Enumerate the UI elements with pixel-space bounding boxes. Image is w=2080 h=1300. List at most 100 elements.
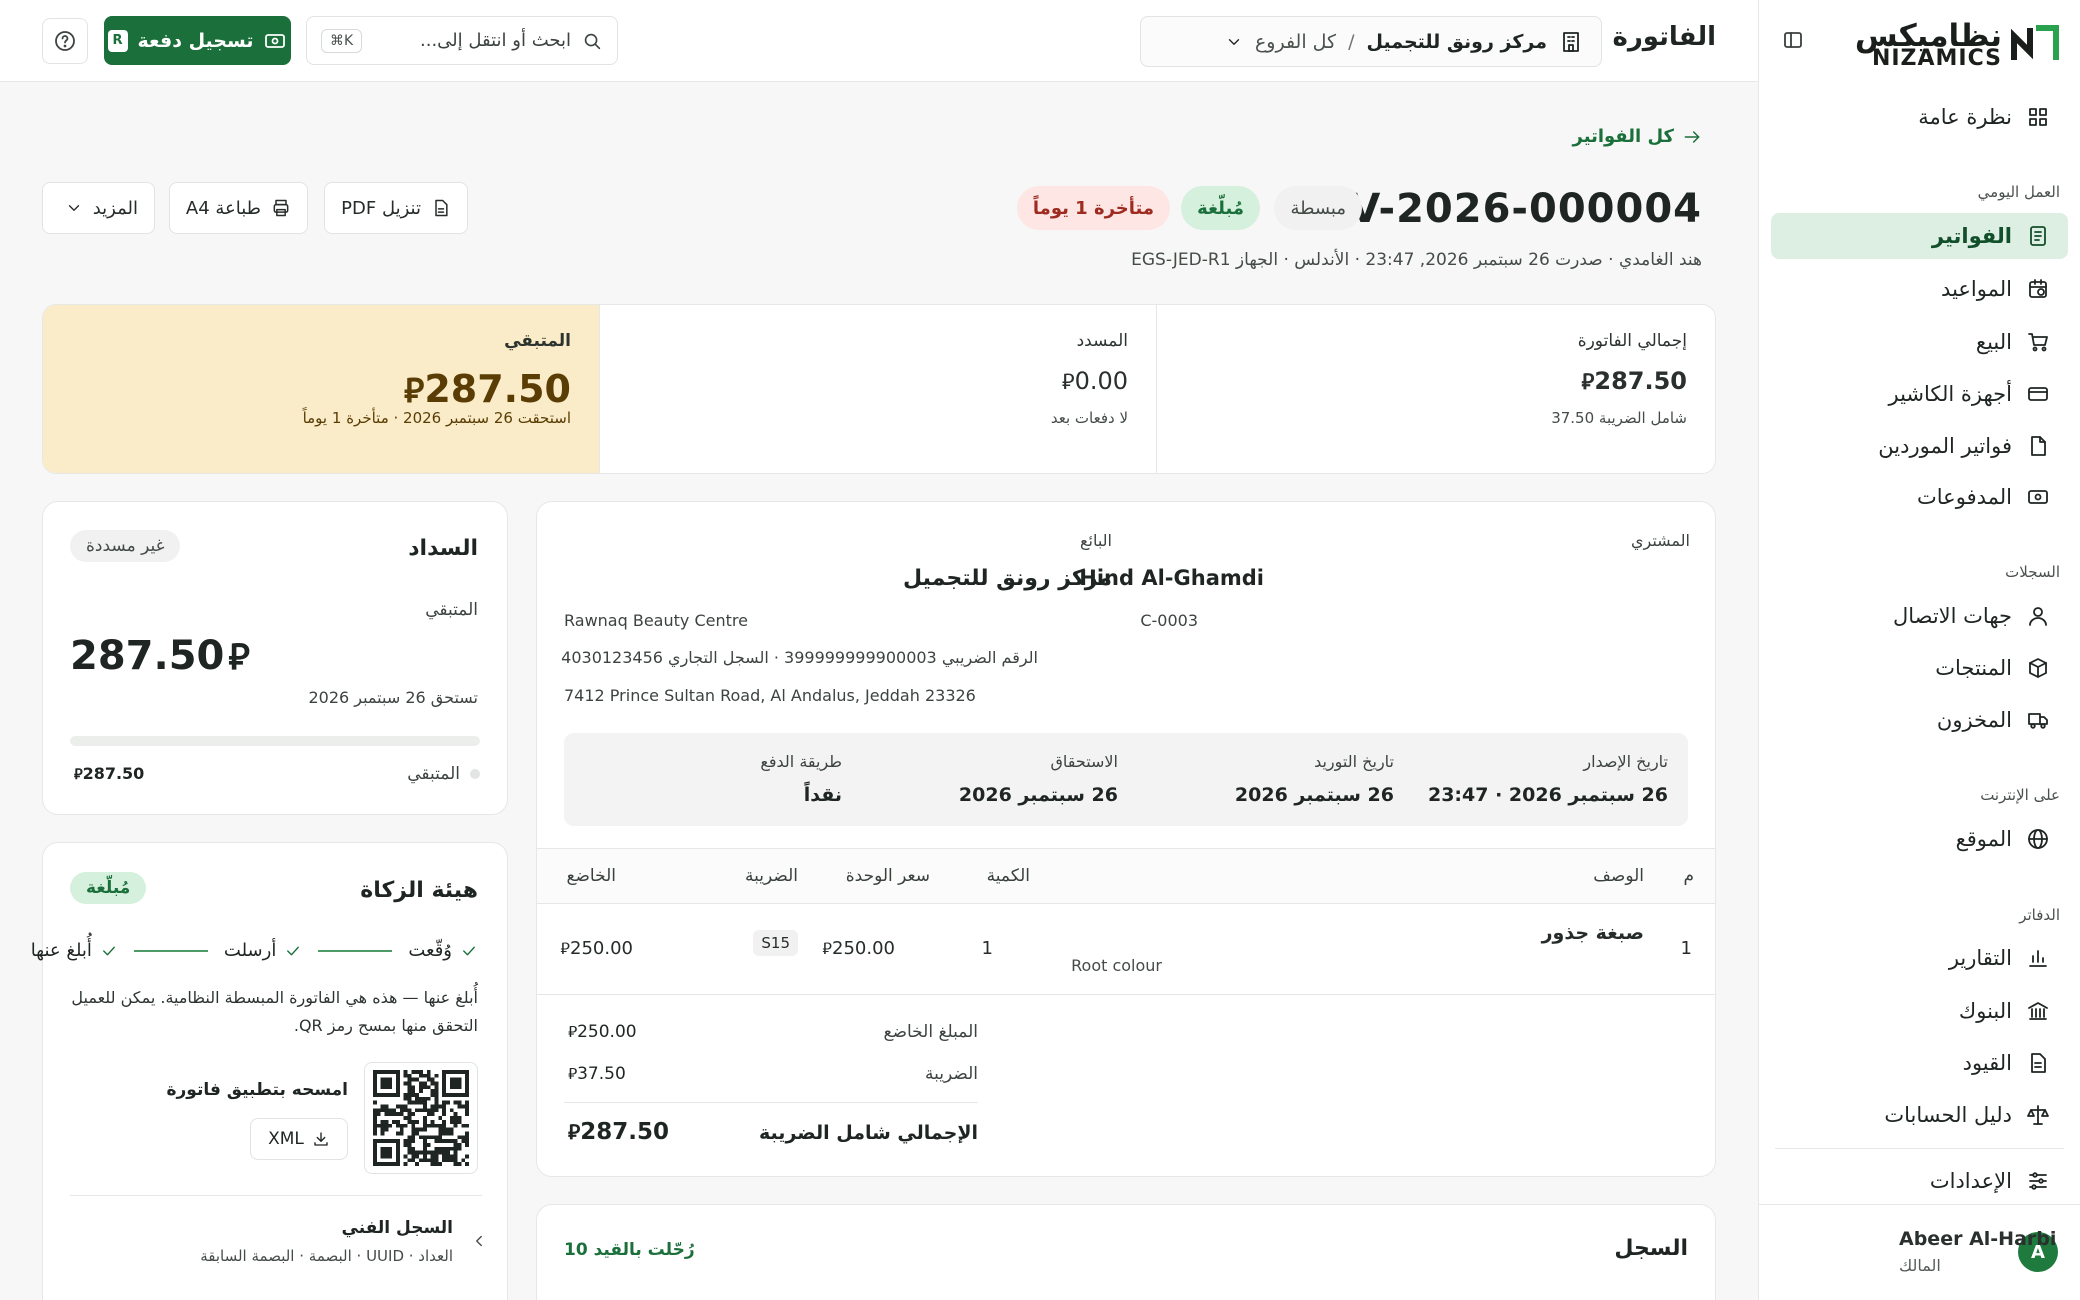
sidebar-item-supplier-bills[interactable]: فواتير الموردين <box>1771 423 2068 469</box>
riyal-icon: ⃁ <box>568 1023 578 1041</box>
section-daily: العمل اليومي <box>1977 183 2060 201</box>
sidebar-item-journal[interactable]: القيود <box>1771 1040 2068 1086</box>
back-link[interactable]: كل الفواتير <box>1573 126 1702 147</box>
sidebar-item-label: المخزون <box>1936 708 2012 732</box>
payment-remaining-value: 287.50 <box>70 633 225 679</box>
row-num: 1 <box>1680 938 1692 959</box>
sidebar-item-products[interactable]: المنتجات <box>1771 645 2068 691</box>
cash-icon <box>2026 485 2050 509</box>
truck-icon <box>2026 708 2050 732</box>
zatca-title: هيئة الزكاة <box>360 878 478 903</box>
help-button[interactable] <box>42 18 88 64</box>
cash-icon <box>263 29 287 53</box>
section-records: السجلات <box>2005 563 2060 581</box>
more-button[interactable]: المزيد <box>42 182 155 234</box>
sidebar-item-sales[interactable]: البيع <box>1771 319 2068 365</box>
sidebar-item-inventory[interactable]: المخزون <box>1771 697 2068 743</box>
riyal-icon: ⃁ <box>560 939 571 958</box>
branch-name: مركز رونق للتجميل <box>1366 30 1547 53</box>
sidebar-item-label: البيع <box>1975 330 2012 354</box>
sidebar-item-label: التقارير <box>1948 946 2012 970</box>
step-connector <box>133 949 208 952</box>
top-bar: الفاتورة مركز رونق للتجميل / كل الفروع ا… <box>0 0 1758 82</box>
sidebar-divider <box>1775 1148 2064 1149</box>
sidebar-item-reports[interactable]: التقارير <box>1771 935 2068 981</box>
search-input[interactable]: ابحث أو انتقل إلى... ⌘K <box>306 16 618 65</box>
chevron-left-icon[interactable] <box>470 1232 488 1255</box>
check-icon <box>460 942 478 960</box>
download-pdf-button[interactable]: تنزيل PDF <box>324 182 468 234</box>
bank-icon <box>2026 999 2050 1023</box>
sidebar-item-chart-of-accounts[interactable]: دليل الحسابات <box>1771 1092 2068 1138</box>
grid-icon <box>2026 105 2050 129</box>
chevron-down-icon <box>65 199 83 217</box>
record-payment-button[interactable]: تسجيل دفعة R <box>104 16 291 65</box>
taxable-amount-value: 250.00 <box>577 1022 637 1042</box>
section-online: على الإنترنت <box>1980 786 2060 804</box>
zatca-step-sent: أرسلت <box>223 940 277 961</box>
payment-due: تستحق 26 سبتمبر 2026 <box>308 688 478 707</box>
summary-paid-sub: لا دفعات بعد <box>1050 409 1128 427</box>
sidebar-item-label: الموقع <box>1955 827 2012 851</box>
col-unit-price: سعر الوحدة <box>845 866 930 886</box>
tech-log-title[interactable]: السجل الفني <box>342 1218 453 1238</box>
sidebar-toggle-icon[interactable] <box>1781 28 1805 57</box>
xml-download-button[interactable]: XML <box>250 1118 348 1160</box>
file-icon <box>2026 434 2050 458</box>
sidebar-item-banks[interactable]: البنوك <box>1771 988 2068 1034</box>
back-link-label: كل الفواتير <box>1572 126 1674 147</box>
grand-total-label: الإجمالي شامل الضريبة <box>759 1122 978 1144</box>
card-icon <box>2026 382 2050 406</box>
more-label: المزيد <box>92 197 138 219</box>
print-label: طباعة A4 <box>185 197 261 219</box>
riyal-icon: ⃁ <box>228 637 250 678</box>
sidebar-item-appointments[interactable]: المواعيد <box>1771 266 2068 312</box>
sidebar-item-label: الفواتير <box>1931 224 2012 248</box>
zatca-steps: وُقّعت أرسلت أُبلغ عنها <box>31 940 478 961</box>
zatca-step-reported: أُبلغ عنها <box>30 940 92 961</box>
sidebar-item-label: نظرة عامة <box>1918 105 2012 129</box>
summary-paid-value: 0.00 <box>1074 367 1128 395</box>
branch-all: كل الفروع <box>1254 30 1337 53</box>
sidebar-item-contacts[interactable]: جهات الاتصال <box>1771 593 2068 639</box>
logo-mark-icon <box>2011 25 2059 60</box>
print-button[interactable]: طباعة A4 <box>168 182 308 234</box>
col-num: م <box>1683 866 1694 886</box>
help-icon <box>53 29 77 53</box>
posted-journal-link[interactable]: رُحّلت بالقيد 10 <box>564 1240 695 1260</box>
sidebar-item-payments[interactable]: المدفوعات <box>1771 474 2068 520</box>
totals-divider <box>564 1102 978 1103</box>
riyal-icon: ⃁ <box>568 1065 578 1083</box>
col-tax: الضريبة <box>744 866 798 886</box>
log-card <box>536 1204 1716 1300</box>
legend-dot <box>470 769 480 779</box>
payment-status-badge: غير مسددة <box>70 530 181 562</box>
summary-remaining-sub: استحقت 26 سبتمبر 2026 · متأخرة 1 يوماً <box>302 409 571 427</box>
zatca-note: أُبلغ عنها — هذه هي الفاتورة المبسطة الن… <box>71 988 478 1035</box>
row-unit-price: 250.00 <box>832 938 895 959</box>
sidebar-item-label: أجهزة الكاشير <box>1888 382 2012 406</box>
sidebar-item-settings[interactable]: الإعدادات <box>1771 1158 2068 1204</box>
riyal-icon: ⃁ <box>1061 370 1075 395</box>
sidebar-item-invoices[interactable]: الفواتير <box>1771 213 2068 259</box>
summary-remaining-value: 287.50 <box>424 367 571 411</box>
sidebar-item-website[interactable]: الموقع <box>1771 816 2068 862</box>
payment-method-label: طريقة الدفع <box>760 752 842 771</box>
scan-label: امسحه بتطبيق فاتورة <box>166 1080 348 1100</box>
sidebar-item-label: المنتجات <box>1935 656 2012 680</box>
branch-selector[interactable]: مركز رونق للتجميل / كل الفروع <box>1140 16 1602 67</box>
sidebar-item-cashiers[interactable]: أجهزة الكاشير <box>1771 371 2068 417</box>
sidebar-item-label: الإعدادات <box>1929 1169 2012 1193</box>
row-taxable: 250.00 <box>570 938 633 959</box>
calendar-clock-icon <box>2026 277 2050 301</box>
seller-address: 7412 Prince Sultan Road, Al Andalus, Jed… <box>564 686 976 705</box>
sidebar-item-label: فواتير الموردين <box>1878 434 2012 458</box>
invoice-meta: هند الغامدي · صدرت 26 سبتمبر 2026, 23:47… <box>1131 250 1702 270</box>
seller-english-name: Rawnaq Beauty Centre <box>564 611 748 630</box>
summary-total: إجمالي الفاتورة ⃁287.50 شامل الضريبة 37.… <box>1157 305 1715 473</box>
brand-logo[interactable]: نظاميكس NIZAMICS <box>1855 18 2060 71</box>
sidebar-item-overview[interactable]: نظرة عامة <box>1771 94 2068 140</box>
sidebar-item-label: المدفوعات <box>1917 485 2012 509</box>
invoice-document <box>536 501 1716 1177</box>
record-payment-label: تسجيل دفعة <box>137 29 254 52</box>
